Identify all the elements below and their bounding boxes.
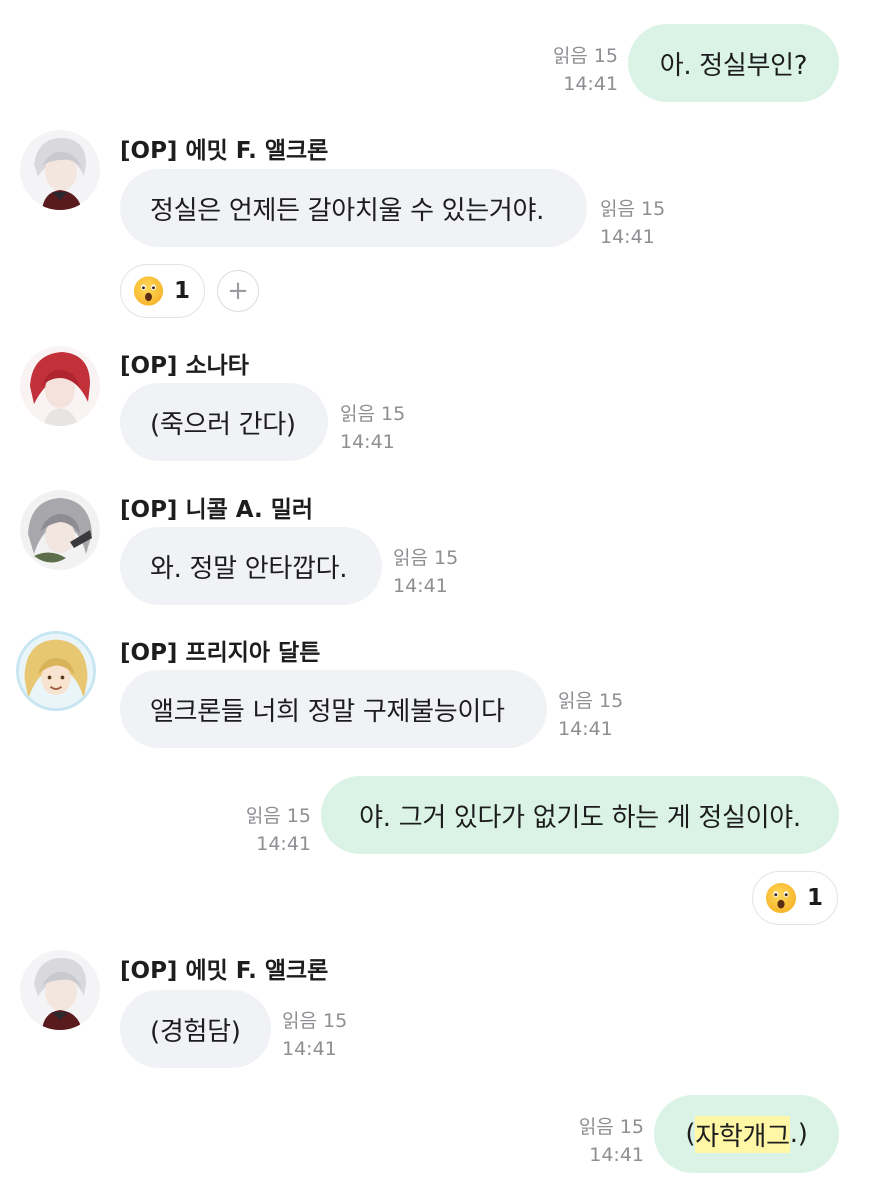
reaction-count: 1 <box>173 278 190 304</box>
plus-icon: + <box>227 276 249 306</box>
message-text: 야. 그거 있다가 없기도 하는 게 정실이야. <box>359 802 801 833</box>
read-count: 읽음 15 <box>282 1010 348 1032</box>
sender-name: [OP] 소나타 <box>120 353 249 379</box>
message-text: (경험담) <box>150 1016 241 1047</box>
emmett-avatar[interactable] <box>20 950 100 1030</box>
astonished-face-icon <box>133 276 164 306</box>
sender-name: [OP] 니콜 A. 밀러 <box>120 497 314 523</box>
message-text: 정실은 언제든 갈아치울 수 있는거야. <box>150 195 545 226</box>
message-meta: 읽음 15 14:41 <box>246 802 311 858</box>
message-bubble-outgoing[interactable]: (자학개그.) <box>654 1095 839 1173</box>
message-text: (죽으러 간다) <box>150 409 296 440</box>
message-bubble-outgoing[interactable]: 야. 그거 있다가 없기도 하는 게 정실이야. <box>321 776 839 854</box>
message-bubble-incoming[interactable]: 와. 정말 안타깝다. <box>120 527 382 605</box>
message-meta: 읽음 15 14:41 <box>393 544 458 600</box>
highlighted-text: 자학개그 <box>695 1115 790 1153</box>
timestamp: 14:41 <box>563 73 618 95</box>
read-count: 읽음 15 <box>340 403 406 425</box>
sender-name: [OP] 에밋 F. 앨크론 <box>120 138 329 164</box>
timestamp: 14:41 <box>256 833 311 855</box>
message-bubble-outgoing[interactable]: 아. 정실부인? <box>628 24 839 102</box>
reaction-count: 1 <box>806 885 823 911</box>
reaction-pill[interactable]: 1 <box>752 871 838 925</box>
message-bubble-incoming[interactable]: 앨크론들 너희 정말 구제불능이다 <box>120 670 547 748</box>
message-bubble-incoming[interactable]: (경험담) <box>120 990 271 1068</box>
message-text: 아. 정실부인? <box>659 50 808 81</box>
message-meta: 읽음 15 14:41 <box>600 195 665 251</box>
freesia-avatar[interactable] <box>16 631 96 711</box>
astonished-face-icon <box>765 882 797 914</box>
message-bubble-incoming[interactable]: 정실은 언제든 갈아치울 수 있는거야. <box>120 169 587 247</box>
message-meta: 읽음 15 14:41 <box>579 1113 644 1169</box>
read-count: 읽음 15 <box>552 45 618 67</box>
message-meta: 읽음 15 14:41 <box>553 42 618 98</box>
sonata-avatar[interactable] <box>20 346 100 426</box>
read-count: 읽음 15 <box>245 805 311 827</box>
message-text: 앨크론들 너희 정말 구제불능이다 <box>150 696 505 727</box>
emmett-avatar[interactable] <box>20 130 100 210</box>
nicole-avatar[interactable] <box>20 490 100 570</box>
message-text: 와. 정말 안타깝다. <box>150 553 348 584</box>
reaction-pill[interactable]: 1 <box>120 264 205 318</box>
message-meta: 읽음 15 14:41 <box>558 687 623 743</box>
message-text-suffix: .) <box>789 1119 808 1149</box>
sender-name: [OP] 에밋 F. 앨크론 <box>120 958 329 984</box>
timestamp: 14:41 <box>558 718 613 740</box>
read-count: 읽음 15 <box>578 1116 644 1138</box>
message-meta: 읽음 15 14:41 <box>282 1007 347 1063</box>
message-bubble-incoming[interactable]: (죽으러 간다) <box>120 383 328 461</box>
read-count: 읽음 15 <box>393 547 459 569</box>
timestamp: 14:41 <box>340 431 395 453</box>
sender-name: [OP] 프리지아 달튼 <box>120 640 321 666</box>
read-count: 읽음 15 <box>600 198 666 220</box>
read-count: 읽음 15 <box>558 690 624 712</box>
timestamp: 14:41 <box>393 575 448 597</box>
timestamp: 14:41 <box>600 226 655 248</box>
timestamp: 14:41 <box>589 1144 644 1166</box>
add-reaction-button[interactable]: + <box>217 270 259 312</box>
timestamp: 14:41 <box>282 1038 337 1060</box>
message-meta: 읽음 15 14:41 <box>340 400 405 456</box>
message-text-prefix: ( <box>685 1119 696 1149</box>
